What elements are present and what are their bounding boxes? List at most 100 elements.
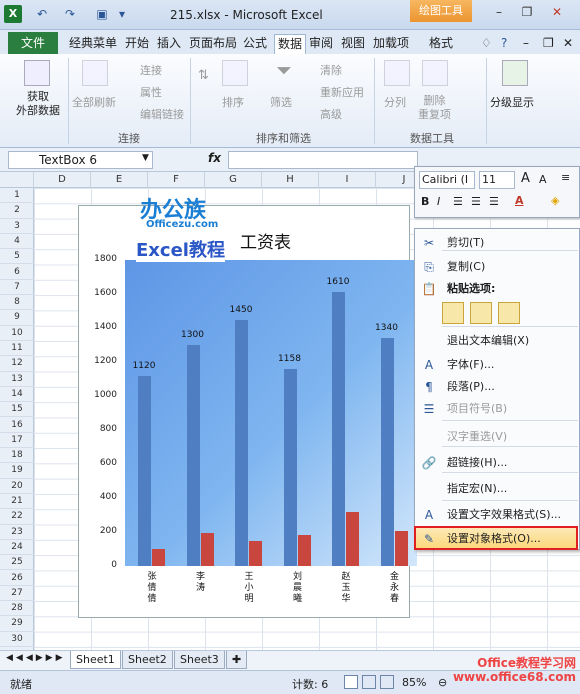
row-header[interactable]: 1 — [0, 188, 34, 204]
row-header[interactable]: 25 — [0, 555, 34, 571]
doc-restore-icon[interactable]: ❐ — [540, 34, 557, 54]
font-color-icon[interactable]: A — [515, 194, 524, 207]
context-menu-item[interactable]: 指定宏(N)... — [415, 478, 579, 500]
row-header[interactable]: 12 — [0, 356, 34, 372]
undo-icon[interactable]: ↶ — [34, 6, 50, 22]
row-header[interactable]: 6 — [0, 265, 34, 280]
connections-button[interactable]: 连接 — [140, 62, 162, 78]
insert-function-button[interactable]: fx — [208, 151, 221, 165]
row-header[interactable]: 23 — [0, 525, 34, 540]
clear-button[interactable]: 清除 — [320, 62, 342, 78]
row-header[interactable]: 16 — [0, 418, 34, 433]
name-box-dropdown-icon[interactable]: ▼ — [142, 153, 149, 163]
properties-button[interactable]: 属性 — [140, 84, 162, 100]
excel-app-icon[interactable]: X — [4, 5, 22, 23]
tab-data[interactable]: 数据 — [274, 34, 307, 54]
column-header[interactable]: E — [91, 172, 148, 188]
edit-links-button[interactable]: 编辑链接 — [140, 106, 184, 122]
name-box[interactable]: TextBox 6 — [8, 151, 153, 169]
bar-series-2[interactable] — [200, 532, 214, 566]
bar-series-1[interactable] — [380, 338, 394, 566]
row-header[interactable]: 9 — [0, 310, 34, 326]
tab-file[interactable]: 文件 — [8, 32, 58, 54]
sort-button[interactable]: 排序 — [222, 94, 244, 110]
tab-addins[interactable]: 加载项 — [370, 34, 412, 54]
advanced-button[interactable]: 高级 — [320, 106, 342, 122]
chart-title[interactable]: 工资表 — [240, 228, 291, 253]
bar-series-1[interactable] — [186, 345, 200, 566]
minimize-icon[interactable]: – — [490, 4, 508, 20]
bar-series-2[interactable] — [394, 531, 408, 566]
text-to-columns-button[interactable]: 分列 — [384, 94, 406, 110]
tab-home[interactable]: 开始 — [122, 34, 152, 54]
row-header[interactable]: 11 — [0, 341, 34, 357]
row-header[interactable]: 19 — [0, 463, 34, 479]
minimize-ribbon-icon[interactable]: ♢ — [478, 34, 495, 54]
remove-duplicates-button[interactable]: 删除 重复项 — [418, 94, 451, 122]
bar-series-1[interactable] — [283, 369, 297, 566]
italic-icon[interactable]: I — [437, 195, 440, 208]
sheet-tab[interactable]: Sheet2 — [122, 651, 173, 669]
row-header[interactable]: 10 — [0, 326, 34, 341]
tab-insert[interactable]: 插入 — [154, 34, 184, 54]
restore-icon[interactable]: ❐ — [518, 4, 536, 20]
paste-option-icon[interactable] — [498, 302, 520, 324]
select-all-corner[interactable] — [0, 172, 34, 188]
column-header[interactable]: H — [262, 172, 319, 188]
font-size-box[interactable]: 11 — [479, 171, 515, 189]
paste-option-icon[interactable] — [470, 302, 492, 324]
column-header[interactable]: F — [148, 172, 205, 188]
row-header[interactable]: 22 — [0, 509, 34, 525]
row-header[interactable]: 3 — [0, 219, 34, 234]
context-menu-item[interactable]: 🔗 超链接(H)... — [415, 452, 579, 474]
bar-series-2[interactable] — [297, 535, 311, 566]
context-menu-item[interactable]: ☰ 项目符号(B) — [415, 398, 579, 420]
insert-sheet-icon[interactable]: ✚ — [226, 651, 248, 669]
tab-classic-menu[interactable]: 经典菜单 — [66, 34, 120, 54]
page-layout-view-icon[interactable] — [362, 675, 376, 689]
bar-series-1[interactable] — [235, 319, 248, 566]
get-external-data-button[interactable]: 获取 外部数据 — [8, 90, 68, 118]
formula-input[interactable] — [228, 151, 418, 169]
context-menu-item[interactable]: A 设置文字效果格式(S)... — [415, 504, 579, 526]
zoom-level[interactable]: 85% — [402, 676, 426, 689]
context-menu-item[interactable]: 汉字重选(V) — [415, 426, 579, 448]
bar-series-2[interactable] — [346, 511, 359, 566]
context-menu-item[interactable]: A 字体(F)... — [415, 354, 579, 376]
zoom-out-icon[interactable]: ⊖ — [438, 676, 447, 689]
bar-series-2[interactable] — [249, 541, 262, 566]
page-break-view-icon[interactable] — [380, 675, 394, 689]
redo-icon[interactable]: ↷ — [62, 6, 78, 22]
plot-area[interactable] — [125, 260, 417, 566]
context-menu-item[interactable]: 退出文本编辑(X) — [415, 330, 579, 352]
doc-minimize-icon[interactable]: – — [520, 34, 532, 54]
bar-series-2[interactable] — [152, 549, 165, 566]
row-header[interactable]: 29 — [0, 616, 34, 632]
shrink-font-icon[interactable]: A — [539, 173, 547, 186]
row-header[interactable]: 5 — [0, 249, 34, 265]
font-name-box[interactable]: Calibri (I — [419, 171, 475, 189]
row-header[interactable]: 27 — [0, 586, 34, 602]
bar-series-1[interactable] — [332, 292, 345, 566]
row-header[interactable]: 7 — [0, 280, 34, 296]
row-header[interactable]: 21 — [0, 494, 34, 510]
context-menu-item[interactable]: ¶ 段落(P)... — [415, 376, 579, 398]
row-header[interactable]: 20 — [0, 479, 34, 494]
align-left-icon[interactable]: ☰ — [453, 195, 463, 208]
normal-view-icon[interactable] — [344, 675, 358, 689]
row-header[interactable]: 30 — [0, 632, 34, 647]
help-icon[interactable]: ? — [498, 34, 510, 54]
row-header[interactable]: 14 — [0, 387, 34, 403]
save-icon[interactable]: ▣ — [94, 6, 110, 22]
paste-option-icon[interactable] — [442, 302, 464, 324]
row-header[interactable]: 17 — [0, 433, 34, 449]
logo-textbox[interactable]: Excel教程 — [136, 236, 225, 262]
sheet-tab[interactable]: Sheet1 — [70, 651, 121, 669]
row-header[interactable]: 28 — [0, 601, 34, 617]
tab-page-layout[interactable]: 页面布局 — [186, 34, 240, 54]
row-header[interactable]: 2 — [0, 203, 34, 219]
row-header[interactable]: 26 — [0, 571, 34, 586]
bar-series-1[interactable] — [138, 375, 151, 566]
reapply-button[interactable]: 重新应用 — [320, 84, 364, 100]
sheet-tab[interactable]: Sheet3 — [174, 651, 225, 669]
